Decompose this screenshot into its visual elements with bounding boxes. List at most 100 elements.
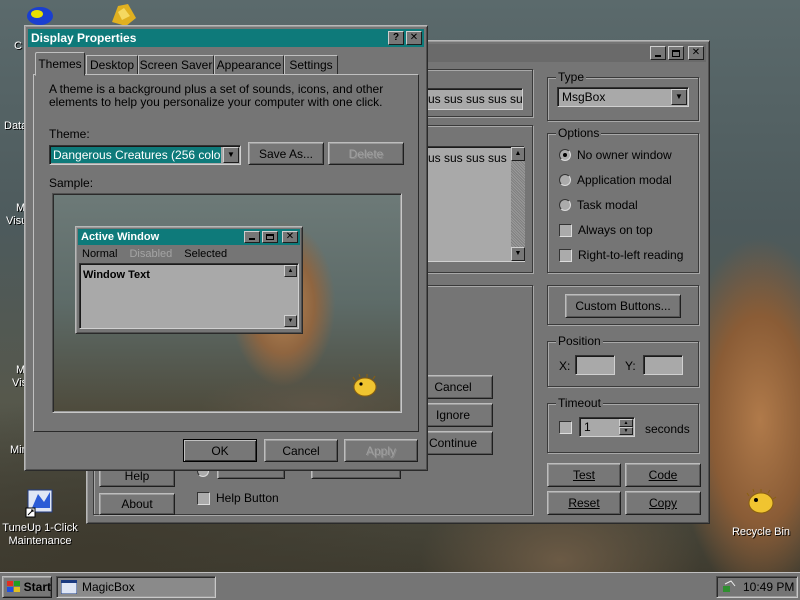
magicbox-app-icon <box>61 580 77 594</box>
minimize-icon <box>655 54 661 57</box>
windows-logo-icon <box>7 581 20 592</box>
themes-description: A theme is a background plus a set of so… <box>49 82 384 109</box>
always-on-top-checkbox[interactable]: Always on top <box>559 223 653 237</box>
application-modal-radio[interactable]: Application modal <box>559 173 672 187</box>
position-y-input[interactable] <box>643 355 683 375</box>
pufferfish-icon <box>746 488 777 514</box>
position-x-input[interactable] <box>575 355 615 375</box>
position-x-label: X: <box>559 359 571 373</box>
display-title: Display Properties <box>31 31 137 45</box>
close-icon: ✕ <box>409 32 419 43</box>
position-y-label: Y: <box>625 359 636 373</box>
save-as-button[interactable]: Save As... <box>248 142 324 165</box>
sample-menu-disabled: Disabled <box>129 248 173 260</box>
tuneup-icon <box>25 489 53 518</box>
close-button[interactable]: ✕ <box>688 46 704 60</box>
no-owner-window-label: No owner window <box>577 148 672 162</box>
tab-screen-saver[interactable]: Screen Saver <box>138 55 214 75</box>
sample-window-text: Window Text <box>83 269 150 281</box>
tab-themes-label: Themes <box>38 57 82 71</box>
tab-settings-label: Settings <box>289 58 333 72</box>
start-button[interactable]: Start <box>2 576 52 598</box>
reset-button[interactable]: Reset <box>547 491 621 515</box>
chevron-down-icon[interactable]: ▼ <box>671 89 687 105</box>
sample-close-button: ✕ <box>282 231 298 243</box>
minimize-icon <box>249 238 255 240</box>
network-tray-icon[interactable] <box>721 580 737 594</box>
help-button-check-label: Help Button <box>216 491 279 505</box>
apply-button[interactable]: Apply <box>344 439 418 462</box>
display-close-button[interactable]: ✕ <box>406 31 422 45</box>
application-modal-radio-dot <box>559 174 571 186</box>
sample-menu-selected: Selected <box>184 248 228 260</box>
tab-themes[interactable]: Themes <box>35 52 85 76</box>
sample-active-window: Active Window ✕ Normal Disabled Selected… <box>75 226 303 334</box>
maximize-icon <box>266 234 274 240</box>
taskbar-button-magicbox[interactable]: MagicBox <box>56 576 216 598</box>
sample-title-bar: Active Window ✕ <box>78 229 300 245</box>
maximize-button[interactable] <box>668 46 684 60</box>
position-group-title: Position <box>556 334 603 348</box>
help-button-check-box <box>197 491 210 505</box>
type-group-title: Type <box>556 70 587 84</box>
sample-maximize-button <box>262 231 278 243</box>
rtl-reading-checkbox[interactable]: Right-to-left reading <box>559 248 683 262</box>
clock[interactable]: 10:49 PM <box>743 580 794 594</box>
sample-window-text-area: Window Text ▲ ▼ <box>79 263 299 329</box>
question-icon: ? <box>392 32 400 43</box>
sample-scroll-up: ▲ <box>284 265 297 277</box>
copy-button[interactable]: Copy <box>625 491 701 515</box>
test-button[interactable]: Test <box>547 463 621 487</box>
tab-desktop-label: Desktop <box>89 58 135 72</box>
recycle-bin-desktop-icon[interactable]: Recycle Bin <box>726 488 796 539</box>
type-select[interactable]: MsgBox ▼ <box>557 87 689 107</box>
task-modal-label: Task modal <box>577 198 638 212</box>
display-title-bar: Display Properties ? ✕ <box>28 29 424 47</box>
system-tray: 10:49 PM <box>716 576 798 598</box>
display-properties-window: Display Properties ? ✕ Themes Desktop Sc… <box>24 25 428 471</box>
help-title-button[interactable]: ? <box>388 31 404 45</box>
type-select-value: MsgBox <box>562 90 606 104</box>
maximize-icon <box>672 49 680 57</box>
minimize-button[interactable] <box>650 46 666 60</box>
tab-appearance[interactable]: Appearance <box>214 55 284 75</box>
tuneup-desktop-icon[interactable]: TuneUp 1-Click Maintenance <box>0 486 80 548</box>
spin-down-button[interactable]: ▼ <box>619 427 633 435</box>
cancel-button[interactable]: Cancel <box>264 439 338 462</box>
rtl-reading-check-box <box>559 248 572 262</box>
about-button[interactable]: About <box>99 493 175 515</box>
help-button-checkbox[interactable]: Help Button <box>197 491 279 505</box>
copy-button-label: Copy <box>648 496 677 510</box>
taskbar-magicbox-label: MagicBox <box>82 580 135 594</box>
rtl-reading-label: Right-to-left reading <box>578 248 684 262</box>
delete-button[interactable]: Delete <box>328 142 404 165</box>
timeout-checkbox[interactable] <box>559 421 572 434</box>
close-icon: ✕ <box>285 231 295 242</box>
code-button-label: Code <box>648 468 678 482</box>
no-owner-window-radio[interactable]: No owner window <box>559 148 672 162</box>
code-button[interactable]: Code <box>625 463 701 487</box>
chevron-down-icon[interactable]: ▼ <box>223 147 239 163</box>
theme-select[interactable]: Dangerous Creatures (256 color) ▼ <box>49 145 241 165</box>
sample-menu-normal: Normal <box>82 248 118 260</box>
desktop-icon-label-c: C <box>14 40 22 52</box>
pufferfish-icon <box>352 374 377 397</box>
always-on-top-label: Always on top <box>578 223 653 237</box>
test-button-label: Test <box>572 468 595 482</box>
tab-desktop[interactable]: Desktop <box>86 55 138 75</box>
timeout-value: 1 <box>584 420 591 434</box>
timeout-unit: seconds <box>645 422 690 436</box>
custom-buttons-button[interactable]: Custom Buttons... <box>565 294 681 318</box>
ok-button[interactable]: OK <box>183 439 257 462</box>
tab-screen-saver-label: Screen Saver <box>139 58 213 72</box>
close-icon: ✕ <box>691 47 701 58</box>
sample-minimize-button <box>244 231 260 243</box>
tab-settings[interactable]: Settings <box>284 55 338 75</box>
themes-tab-panel: A theme is a background plus a set of so… <box>33 74 419 432</box>
timeout-spinner[interactable]: 1 ▲ ▼ <box>579 417 635 437</box>
theme-label: Theme: <box>49 127 90 141</box>
sample-label: Sample: <box>49 176 94 190</box>
task-modal-radio[interactable]: Task modal <box>559 198 638 212</box>
task-modal-radio-dot <box>559 199 571 211</box>
reset-button-label: Reset <box>568 496 600 510</box>
